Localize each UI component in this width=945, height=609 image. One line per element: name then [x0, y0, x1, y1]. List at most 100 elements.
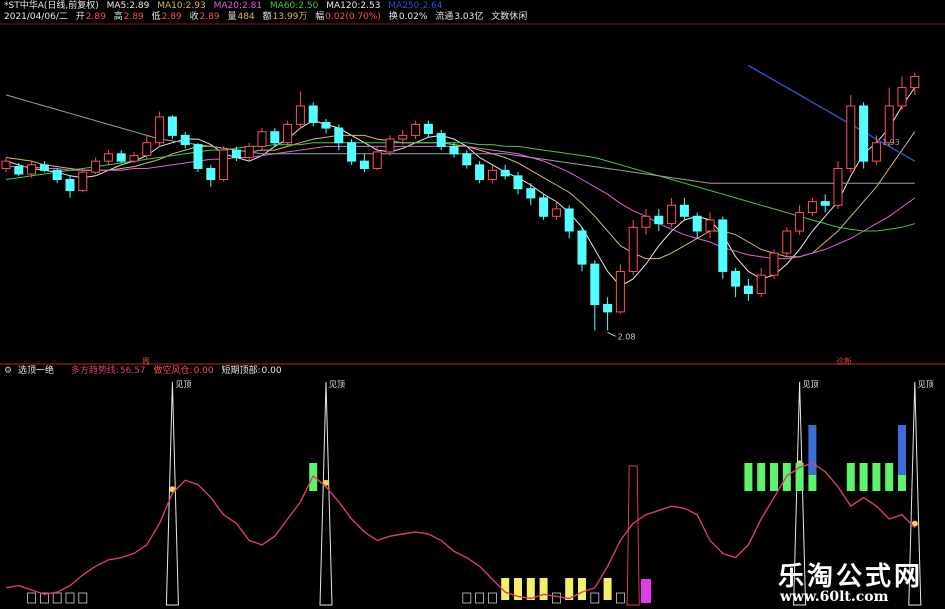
volume-outline-bar — [590, 592, 600, 604]
candle-down — [820, 201, 830, 206]
candle-up — [807, 201, 817, 214]
ma250-value: 2.64 — [422, 1, 443, 11]
high-value: 2.89 — [123, 12, 144, 22]
amount-label: 额 — [262, 12, 272, 22]
candle-down — [436, 133, 446, 147]
ma20-label: MA20:2.81 — [214, 1, 262, 11]
stock-title[interactable]: *ST中华A(日线,前复权) — [4, 1, 99, 11]
volume-outline-bar — [475, 592, 485, 604]
float-label: 流通 — [435, 12, 454, 22]
candle-up — [846, 105, 856, 169]
volume-outline-bar — [65, 592, 75, 604]
candle-up — [871, 142, 881, 162]
candle-up — [283, 123, 293, 144]
yellow-signal-bar — [578, 578, 586, 600]
candle-down — [859, 105, 869, 162]
volume-outline-bar — [462, 592, 472, 604]
change-value: 0.02(0.70%) — [325, 12, 381, 22]
high-label: 高 — [113, 12, 123, 22]
ma10-value: 2.93 — [185, 1, 206, 11]
candle-down — [526, 188, 536, 199]
candle-up — [705, 219, 715, 232]
candle-up — [615, 270, 625, 313]
volume-outline-bar — [487, 592, 497, 604]
candle-down — [564, 208, 574, 232]
ma5-label: MA5:2.89 — [107, 1, 150, 11]
candle-down — [603, 304, 613, 313]
candle-down — [500, 169, 510, 177]
turnover-value: 0.02% — [398, 12, 428, 22]
open-label: 开 — [75, 12, 85, 22]
volume-outline-bar — [616, 592, 625, 604]
volume-outline-bar — [27, 592, 37, 604]
candle-up — [551, 208, 561, 217]
float-value: 3.03亿 — [454, 12, 484, 22]
candle-down — [347, 142, 357, 162]
amount-value: 13.99万 — [272, 12, 308, 22]
peak-label: 见顶 — [803, 380, 819, 389]
volume-outline-bar — [552, 592, 561, 604]
candle-up — [910, 76, 920, 89]
ma250-key: MA250: — [388, 1, 423, 11]
quote-date: 2021/04/06/二 — [4, 12, 68, 22]
candle-up — [641, 215, 651, 228]
candle-down — [14, 166, 24, 175]
candle-up — [244, 145, 254, 158]
low-value: 2.89 — [161, 12, 182, 22]
volume-outline-bar — [52, 592, 62, 604]
candle-down — [321, 122, 331, 129]
peak-spike — [319, 381, 333, 606]
ma60-label: MA60:2.50 — [270, 1, 318, 11]
ma250-label: MA250:2.64 — [388, 1, 442, 11]
period-marker: 周 — [142, 357, 150, 366]
close-label: 收 — [189, 12, 199, 22]
ma120-label: MA120:2.53 — [326, 1, 380, 11]
indicator-header: ⚙ 选顶一绝 多方趋势线:56.57 做空风仓:0.00 短期顶部:0.00 — [4, 366, 287, 377]
green-signal-bar — [872, 463, 881, 491]
open-value: 2.89 — [85, 12, 106, 22]
candle-down — [231, 149, 241, 158]
change-label: 幅 — [315, 12, 325, 22]
candle-down — [52, 169, 62, 181]
watermark-title: 乐淘公式网 — [778, 562, 924, 592]
chart-canvas: 2.08 见顶 见顶 见顶 见顶 — [0, 23, 945, 606]
peak-label: 见顶 — [329, 380, 345, 389]
candle-down — [270, 131, 280, 144]
candle-up — [833, 167, 843, 206]
min-marker-arrow — [607, 331, 616, 337]
indicator-name[interactable]: 选顶一绝 — [18, 366, 54, 376]
ma120-value: 2.53 — [360, 1, 381, 11]
volume-value: 484 — [237, 12, 255, 22]
candle-down — [206, 167, 216, 181]
turnover-label: 换 — [388, 12, 398, 22]
candle-down — [513, 175, 523, 190]
volume-label: 量 — [227, 12, 237, 22]
yellow-signal-bar — [526, 578, 535, 600]
candle-up — [487, 169, 497, 181]
candle-down — [167, 116, 177, 136]
candle-up — [385, 138, 395, 153]
candle-up — [219, 149, 229, 181]
green-signal-bar — [846, 463, 855, 491]
candle-down — [65, 179, 75, 192]
candle-down — [180, 134, 190, 146]
magenta-signal-bar — [641, 579, 651, 603]
green-signal-bar — [757, 463, 766, 491]
header-row-quote: 2021/04/06/二 开2.89 高2.89 低2.89 收2.89 量48… — [4, 12, 532, 23]
ma20-value: 2.81 — [241, 1, 263, 11]
candle-down — [308, 105, 318, 124]
candle-down — [475, 164, 485, 181]
candle-down — [359, 160, 369, 169]
candle-down — [731, 270, 741, 287]
ma120-key: MA120: — [326, 1, 361, 11]
diagnose-marker[interactable]: 诊断 — [836, 356, 852, 367]
candle-down — [116, 153, 126, 162]
candle-down — [718, 219, 728, 272]
header-row-ma: *ST中华A(日线,前复权) MA5:2.89 MA10:2.93 MA20:2… — [4, 1, 447, 12]
candle-up — [103, 153, 113, 162]
line3-value: 0.00 — [261, 366, 282, 376]
indicator-gear-icon[interactable]: ⚙ — [4, 366, 12, 376]
volume-outline-bar — [78, 592, 88, 604]
ma10-key: MA10: — [157, 1, 186, 11]
candle-down — [449, 145, 459, 155]
